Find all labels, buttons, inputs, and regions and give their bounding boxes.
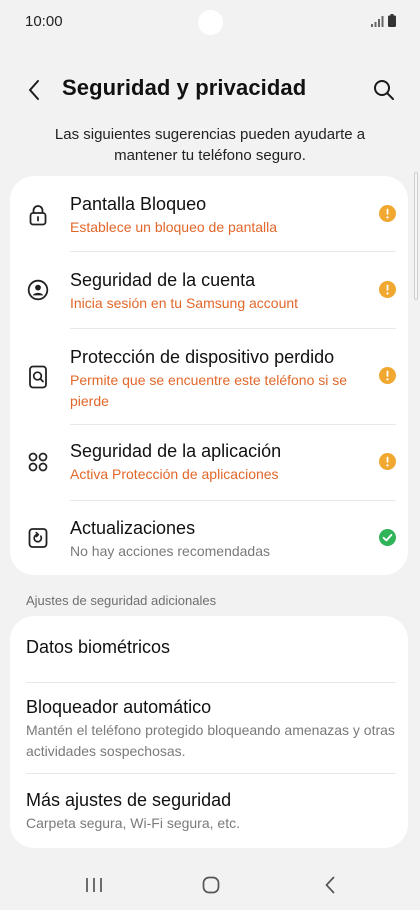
back-arrow-icon [29, 80, 39, 100]
item-desc: No hay acciones recomendadas [70, 543, 271, 559]
lock-icon [26, 203, 50, 227]
page-subtitle: Las siguientes sugerencias pueden ayudar… [54, 126, 366, 164]
item-desc: Inicia sesión en tu Samsung account [70, 295, 299, 311]
warning-icon [379, 281, 396, 298]
item-title: Datos biométricos [26, 637, 171, 657]
back-nav-button[interactable] [312, 870, 348, 900]
item-title: Actualizaciones [70, 518, 196, 538]
item-title: Seguridad de la cuenta [70, 270, 256, 290]
item-title: Protección de dispositivo perdido [70, 347, 335, 367]
item-desc: Carpeta segura, Wi-Fi segura, etc. [26, 815, 240, 831]
search-button[interactable] [368, 74, 400, 106]
status-bar: 10:00 [0, 0, 420, 44]
check-icon [379, 529, 396, 546]
update-icon [26, 526, 50, 550]
item-desc: Activa Protección de aplicaciones [70, 466, 279, 482]
status-icons [371, 14, 396, 27]
back-nav-icon [325, 876, 335, 894]
status-time: 10:00 [25, 13, 63, 30]
item-biometrics[interactable]: Datos biométricos [10, 616, 408, 682]
item-title: Más ajustes de seguridad [26, 790, 232, 810]
item-updates[interactable]: Actualizaciones No hay acciones recomend… [10, 501, 408, 575]
screen: 10:00 Seguridad y privacidad Las siguien… [0, 0, 420, 910]
item-title: Pantalla Bloqueo [70, 194, 207, 214]
warning-icon [379, 453, 396, 470]
account-icon [26, 278, 50, 302]
navigation-bar [0, 860, 420, 910]
back-button[interactable] [18, 74, 50, 106]
item-title: Seguridad de la aplicación [70, 441, 282, 461]
camera-cutout [198, 10, 223, 35]
item-auto-blocker[interactable]: Bloqueador automático Mantén el teléfono… [10, 683, 408, 773]
item-desc: Permite que se encuentre este teléfono s… [70, 372, 348, 409]
item-lost-device-protection[interactable]: Protección de dispositivo perdido Permit… [10, 329, 408, 425]
signal-icon [371, 16, 384, 27]
warning-icon [379, 205, 396, 222]
scrollbar[interactable] [414, 172, 418, 300]
home-icon [202, 876, 220, 894]
item-more-security-settings[interactable]: Más ajustes de seguridad Carpeta segura,… [10, 774, 408, 848]
item-account-security[interactable]: Seguridad de la cuenta Inicia sesión en … [10, 252, 408, 328]
warning-icon [379, 367, 396, 384]
item-title: Bloqueador automático [26, 697, 212, 717]
security-suggestions-card: Pantalla Bloqueo Establece un bloqueo de… [10, 176, 408, 575]
item-app-security[interactable]: Seguridad de la aplicación Activa Protec… [10, 425, 408, 500]
page-title: Seguridad y privacidad [62, 75, 307, 100]
item-desc: Establece un bloqueo de pantalla [70, 219, 278, 235]
find-device-icon [26, 365, 50, 389]
header: Seguridad y privacidad [0, 62, 420, 114]
recent-apps-icon [86, 878, 102, 892]
recent-apps-button[interactable] [76, 870, 112, 900]
search-icon [374, 80, 394, 100]
battery-icon [388, 14, 396, 27]
item-desc: Mantén el teléfono protegido bloqueando … [26, 722, 395, 759]
home-button[interactable] [193, 870, 229, 900]
additional-settings-card: Datos biométricos Bloqueador automático … [10, 616, 408, 848]
item-lock-screen[interactable]: Pantalla Bloqueo Establece un bloqueo de… [10, 176, 408, 251]
apps-icon [26, 450, 50, 474]
section-label: Ajustes de seguridad adicionales [26, 593, 217, 608]
